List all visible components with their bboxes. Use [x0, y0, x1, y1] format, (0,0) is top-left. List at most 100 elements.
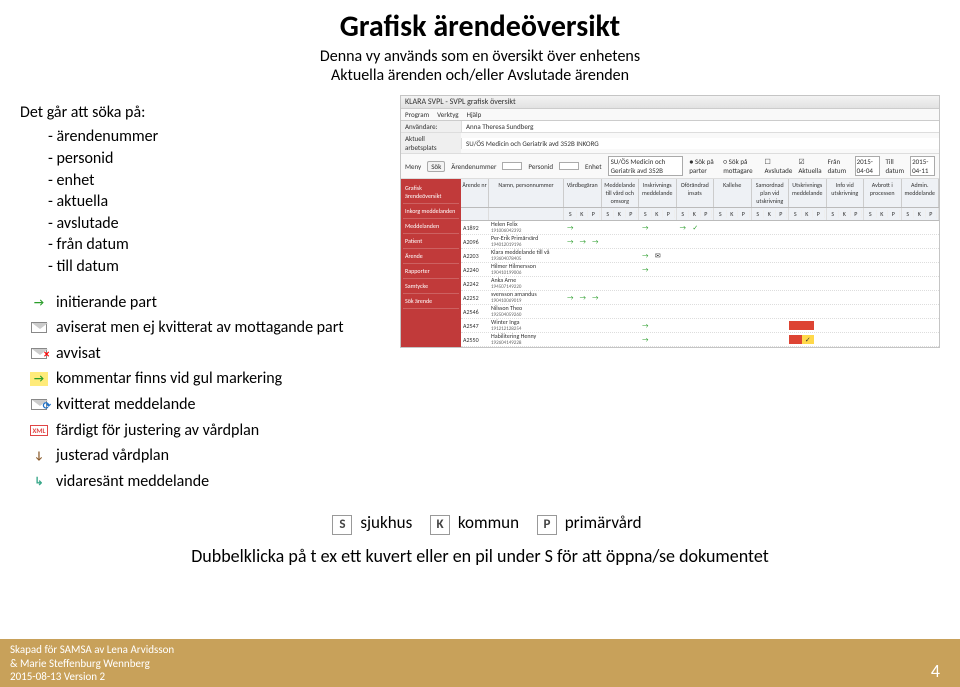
- grid-cell-icon[interactable]: [889, 335, 902, 344]
- grid-cell-icon[interactable]: [902, 237, 915, 246]
- grid-cell-icon[interactable]: [889, 321, 902, 330]
- grid-cell-icon[interactable]: [914, 265, 927, 274]
- grid-cell-icon[interactable]: [752, 223, 765, 232]
- grid-cell-icon[interactable]: [802, 251, 815, 260]
- table-row[interactable]: A2546Nilsson Theo192504059260: [461, 305, 939, 319]
- fran-datum-input[interactable]: 2015-04-04: [855, 156, 880, 176]
- grid-cell-icon[interactable]: [714, 265, 727, 274]
- grid-cell-icon[interactable]: →: [564, 293, 577, 302]
- grid-cell-icon[interactable]: [914, 223, 927, 232]
- grid-cell-icon[interactable]: [814, 335, 827, 344]
- grid-cell-icon[interactable]: [827, 223, 840, 232]
- grid-cell-icon[interactable]: [689, 265, 702, 274]
- grid-cell-icon[interactable]: [889, 265, 902, 274]
- grid-cell-icon[interactable]: [789, 223, 802, 232]
- grid-cell-icon[interactable]: [852, 265, 865, 274]
- grid-cell-icon[interactable]: [789, 265, 802, 274]
- grid-cell-icon[interactable]: [614, 293, 627, 302]
- grid-cell-icon[interactable]: [902, 335, 915, 344]
- grid-cell-icon[interactable]: [927, 251, 940, 260]
- grid-cell-icon[interactable]: [752, 335, 765, 344]
- grid-cell-icon[interactable]: [752, 293, 765, 302]
- grid-cell-icon[interactable]: [764, 335, 777, 344]
- grid-cell-icon[interactable]: [927, 223, 940, 232]
- grid-cell-icon[interactable]: [739, 251, 752, 260]
- grid-cell-icon[interactable]: [839, 293, 852, 302]
- radio-sok-parter[interactable]: Sök på parter: [689, 157, 714, 175]
- table-row[interactable]: A2096Per-Erik Primärvärd194012019196→→→: [461, 235, 939, 249]
- grid-cell-icon[interactable]: [889, 223, 902, 232]
- grid-cell-icon[interactable]: [727, 223, 740, 232]
- grid-cell-icon[interactable]: [927, 237, 940, 246]
- grid-cell-icon[interactable]: [627, 251, 640, 260]
- col-samordnad[interactable]: Samordnad plan vid utskrivning: [752, 179, 790, 207]
- grid-cell-icon[interactable]: ✓: [689, 223, 702, 232]
- grid-cell-icon[interactable]: [852, 223, 865, 232]
- grid-cell-icon[interactable]: →: [639, 251, 652, 260]
- grid-cell-icon[interactable]: [889, 251, 902, 260]
- grid-cell-icon[interactable]: [627, 265, 640, 274]
- grid-cell-icon[interactable]: [702, 335, 715, 344]
- grid-cell-icon[interactable]: [739, 265, 752, 274]
- grid-cell-icon[interactable]: [777, 251, 790, 260]
- grid-cell-icon[interactable]: [777, 321, 790, 330]
- grid-cell-icon[interactable]: [852, 237, 865, 246]
- grid-cell-icon[interactable]: [777, 265, 790, 274]
- grid-cell-icon[interactable]: [839, 251, 852, 260]
- grid-cell-icon[interactable]: [877, 321, 890, 330]
- grid-cell-icon[interactable]: [577, 335, 590, 344]
- grid-cell-icon[interactable]: [577, 265, 590, 274]
- grid-cell-icon[interactable]: [664, 251, 677, 260]
- grid-cell-icon[interactable]: [664, 265, 677, 274]
- grid-cell-icon[interactable]: [802, 293, 815, 302]
- grid-cell-icon[interactable]: [789, 321, 802, 330]
- grid-cell-icon[interactable]: [727, 293, 740, 302]
- grid-cell-icon[interactable]: [689, 335, 702, 344]
- grid-cell-icon[interactable]: [827, 265, 840, 274]
- grid-cell-icon[interactable]: [564, 265, 577, 274]
- sok-button[interactable]: Sök: [427, 161, 445, 172]
- grid-cell-icon[interactable]: [914, 321, 927, 330]
- grid-cell-icon[interactable]: [702, 237, 715, 246]
- grid-cell-icon[interactable]: [627, 293, 640, 302]
- grid-cell-icon[interactable]: [864, 321, 877, 330]
- grid-cell-icon[interactable]: [814, 293, 827, 302]
- grid-cell-icon[interactable]: [714, 223, 727, 232]
- grid-cell-icon[interactable]: [914, 251, 927, 260]
- grid-cell-icon[interactable]: [777, 335, 790, 344]
- grid-cell-icon[interactable]: [902, 223, 915, 232]
- sidebar-item-sok-arende[interactable]: Sök ärende: [403, 294, 459, 309]
- grid-cell-icon[interactable]: [927, 293, 940, 302]
- grid-cell-icon[interactable]: [914, 293, 927, 302]
- grid-cell-icon[interactable]: [677, 251, 690, 260]
- grid-cell-icon[interactable]: [789, 335, 802, 344]
- table-row[interactable]: A2252svensson amandus190410069019→→→: [461, 291, 939, 305]
- check-avslutade[interactable]: Avslutade: [764, 166, 792, 175]
- grid-cell-icon[interactable]: ✉: [652, 251, 665, 260]
- grid-cell-icon[interactable]: [652, 293, 665, 302]
- col-info-utskrivning[interactable]: Info vid utskrivning: [827, 179, 865, 207]
- grid-cell-icon[interactable]: [902, 251, 915, 260]
- grid-cell-icon[interactable]: [764, 251, 777, 260]
- grid-cell-icon[interactable]: [664, 223, 677, 232]
- grid-cell-icon[interactable]: [589, 265, 602, 274]
- grid-cell-icon[interactable]: →: [639, 223, 652, 232]
- grid-cell-icon[interactable]: [864, 335, 877, 344]
- grid-cell-icon[interactable]: [664, 237, 677, 246]
- grid-cell-icon[interactable]: [927, 265, 940, 274]
- grid-cell-icon[interactable]: [877, 265, 890, 274]
- grid-cell-icon[interactable]: [902, 321, 915, 330]
- grid-cell-icon[interactable]: [827, 321, 840, 330]
- grid-cell-icon[interactable]: [727, 335, 740, 344]
- grid-cell-icon[interactable]: [877, 237, 890, 246]
- personid-input[interactable]: [559, 162, 579, 170]
- sidebar-item-grafisk[interactable]: Grafisk ärendeöversikt: [403, 181, 459, 204]
- grid-cell-icon[interactable]: [602, 293, 615, 302]
- grid-cell-icon[interactable]: [664, 293, 677, 302]
- menu-program[interactable]: Program: [405, 110, 429, 119]
- grid-cell-icon[interactable]: [777, 237, 790, 246]
- grid-cell-icon[interactable]: [614, 237, 627, 246]
- grid-cell-icon[interactable]: [577, 223, 590, 232]
- grid-cell-icon[interactable]: [777, 223, 790, 232]
- grid-cell-icon[interactable]: [602, 223, 615, 232]
